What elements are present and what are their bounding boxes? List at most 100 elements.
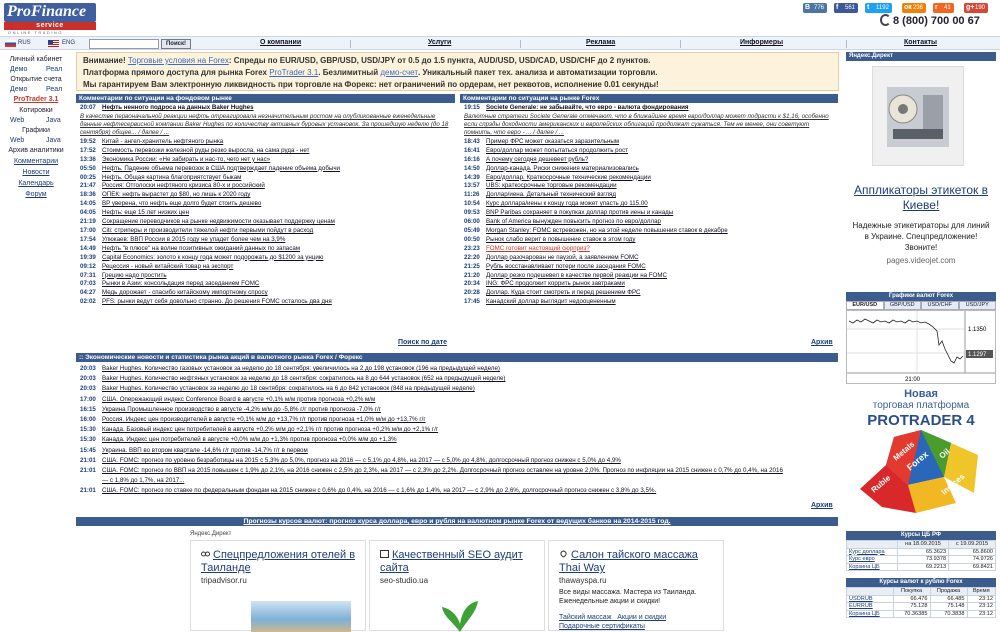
news-item-link[interactable]: — с 1,8% до 1,7%, на 2017... [102,477,184,484]
item-title-link[interactable]: Экономика России: «Не забирать и нас-то,… [102,156,270,163]
tab-eurusd[interactable]: EUR/USD [846,301,884,310]
sidebar-demo-link[interactable]: Демо [10,65,27,75]
item-title-link[interactable]: Нефть. Общая картина благоприятствует бы… [102,174,241,181]
sidebar-real-account-link[interactable]: Реал [46,85,62,95]
item-title-link[interactable]: Доллар/иена. Детальный технический взгля… [486,191,616,198]
item-title-link[interactable]: Нефть ненного подроса на данных Baker Hu… [102,104,254,111]
item-title-link[interactable]: UBS: краткосрочные торговые рекомендации [486,182,617,189]
sidebar-demo-account-link[interactable]: Демо [10,85,27,95]
item-title-link[interactable]: Россия: Отголоски нефтяного кризиса 80-х… [102,182,265,189]
tab-usdchf[interactable]: USD/CHF [921,301,959,310]
rate-name-link[interactable]: Курс доллара [846,547,898,557]
nav-services[interactable]: Услуги [428,39,451,46]
item-title-link[interactable]: Рубль восстанавливает потери после засед… [486,263,646,270]
news-item-link[interactable]: США. FOMC: прогноз по уровню безработицы… [102,457,621,464]
item-title-link[interactable]: BP уверена, что нефть еще долго будет ст… [102,200,261,207]
nav-informers[interactable]: Информеры [740,39,783,46]
sidebar-news-link[interactable]: Новости [0,168,72,178]
social-button[interactable]: t 1192 [865,3,892,13]
tab-gbpusd[interactable]: GBP/USD [883,301,921,310]
item-title-link[interactable]: Societe Generale: не забывайте, что евро… [486,104,689,111]
item-title-link[interactable]: Bank of America вынужден повысить прогно… [486,218,661,225]
item-title-link[interactable]: Рецессия - новый китайский товар на эксп… [102,263,233,270]
item-title-link[interactable]: Улюкаев: ВВП России в 2015 году не упаде… [102,236,285,243]
item-title-link[interactable]: Евро/доллар может попытаться продолжить … [486,147,628,154]
sidebar-charts-java-link[interactable]: Java [46,136,61,146]
item-title-link[interactable]: BNP Paribas сохраняет в покупках доллар … [486,209,673,216]
social-button[interactable]: g+ 190 [964,3,989,13]
social-button[interactable]: ок 236 [902,3,927,13]
rate-name-link[interactable]: Корзина ЦБ [846,562,898,572]
item-title-link[interactable]: Евро/доллар. Краткосрочные технические р… [486,174,651,181]
social-button[interactable]: f 561 [834,3,859,13]
ad-card-thai-massage[interactable]: Салон тайского массажа Thai Way thawaysp… [548,540,724,631]
news-item-link[interactable]: США. FOMC: прогноз по ставке по федераль… [102,487,656,494]
rate-name-link[interactable]: EURRUB [846,602,894,611]
stock-search-by-date-link[interactable]: Поиск по дате [398,339,447,346]
item-title-link[interactable]: FOMC готовит настоящий сюрприз? [486,245,590,252]
item-title-link[interactable]: Нефть. Падение объема перевозок в США по… [102,165,340,172]
ad-title[interactable]: Качественный SEO аудит сайта [380,549,540,575]
ad-title[interactable]: Спецпредложения отелей в Таиланде [201,549,361,575]
news-item-link[interactable]: Baker Hughes. Количество установок за не… [102,385,475,392]
ad-card-hotels[interactable]: Спецпредложения отелей в Таиланде tripad… [190,540,366,632]
tab-usdjpy[interactable]: USD/JPY [958,301,996,310]
search-button[interactable]: Поиск! [161,39,191,49]
right-ad-title[interactable]: Аппликаторы этикеток в Киеве! [846,183,996,213]
item-title-link[interactable]: Стоимость перевозки железной руды резко … [102,147,309,154]
item-title-link[interactable]: Доллар резко подешевел в качестве первой… [486,272,667,279]
social-button[interactable]: r 41 [933,3,954,13]
item-title-link[interactable]: Сокращение переводчиков на рынке недвижи… [102,218,335,225]
item-title-link[interactable]: ОПЕК: нефть вырастет до $80, но лишь к 2… [102,191,250,198]
item-title-link[interactable]: ING: ФРС продолжит коррить рынок завтрак… [486,280,625,287]
item-description[interactable]: Валютные стратеги Societe Generale отмеч… [464,113,838,138]
russia-flag-icon[interactable] [5,40,16,47]
item-title-link[interactable]: Рынки в Азии: консольдация перед заседан… [102,280,259,287]
forex-archive-link[interactable]: Архив [811,339,833,346]
nav-contacts[interactable]: Контакты [904,39,937,46]
item-title-link[interactable]: Грецию надо простить [102,272,167,279]
item-title-link[interactable]: Доллар разочарован не паузой, а заявлени… [486,254,639,261]
nav-about[interactable]: О компании [260,39,301,46]
item-title-link[interactable]: Citi: стриперы и производители тяжелой н… [102,227,313,234]
rate-name-link[interactable]: Корзина ЦБ [846,609,894,619]
ad-card-seo[interactable]: Качественный SEO аудит сайта seo-studio.… [369,540,545,632]
eurusd-mini-chart[interactable]: 1.1350 1.1297 21:00 [846,310,996,384]
news-item-link[interactable]: США. Опережающий индекс Conference Board… [102,396,375,403]
logo[interactable]: ProFinance service ONLINE TRADING [4,3,96,35]
sidebar-protrader-link[interactable]: ProTrader 3.1 [0,95,72,105]
news-item-link[interactable]: Baker Hughes. Количество нефтяных устано… [102,375,505,382]
sidebar-quotes-web-link[interactable]: Web [10,116,24,126]
item-title-link[interactable]: Курс доллара/иены к концу года может упа… [486,200,648,207]
news-item-link[interactable]: Канада. Базовый индекс цен потребителей … [102,426,438,433]
news-item-link[interactable]: Канада. Индекс цен потребителей в август… [102,436,397,443]
trading-conditions-link[interactable]: Торговые условия на Forex [128,56,229,65]
sidebar-calendar-link[interactable]: Календарь [0,179,72,189]
item-title-link[interactable]: Медь дорожает - спасибо китайскому импор… [102,289,268,296]
item-title-link[interactable]: Доллар. Куда стоит смотреть и перед реше… [486,289,640,296]
item-title-link[interactable]: Нефть: еще 15 лет низких цен [102,209,189,216]
sidebar-comments-link[interactable]: Комментарии [0,157,72,167]
item-title-link[interactable]: Китай - ангел-хранитель нефтяного рынка [102,138,223,145]
forecasts-header-link[interactable]: Прогнозы курсов валют: прогноз курса дол… [76,517,838,526]
protrader-link[interactable]: ProTrader 3.1 [269,68,318,77]
item-title-link[interactable]: Morgan Stanley: FOMC встревожен, но на э… [486,227,728,234]
item-title-link[interactable]: Канадский доллар выглядит недооцененным [486,298,616,305]
item-title-link[interactable]: Нефть "в плюсе" на волне позитивных ожид… [102,245,300,252]
search-input[interactable] [89,39,159,49]
item-title-link[interactable]: Рынок слабо верит в повышение ставок в э… [486,236,636,243]
sidebar-forum-link[interactable]: Форум [0,190,72,200]
news-item-link[interactable]: Украина Промышленное производство в авгу… [102,406,381,413]
item-title-link[interactable]: А почему сегодня дешевеет рубль? [486,156,588,163]
sidebar-charts-web-link[interactable]: Web [10,136,24,146]
news-item-link[interactable]: США. FOMC: прогноз по ВВП на 2015 повыше… [102,467,783,474]
item-title-link[interactable]: PFS: рынки ведут себя довольно странно. … [102,298,332,305]
lang-ru-link[interactable]: RUS [18,40,31,46]
labeler-machine-image[interactable] [872,66,964,166]
news-item-link[interactable]: Россия. Индекс цен производителей в авгу… [102,416,426,423]
social-button[interactable]: В 776 [803,3,828,13]
ad-title[interactable]: Салон тайского массажа Thai Way [559,549,719,575]
news-archive-link[interactable]: Архив [811,502,833,509]
rate-name-link[interactable]: USDRUB [846,594,894,604]
nav-ads[interactable]: Реклама [586,39,615,46]
